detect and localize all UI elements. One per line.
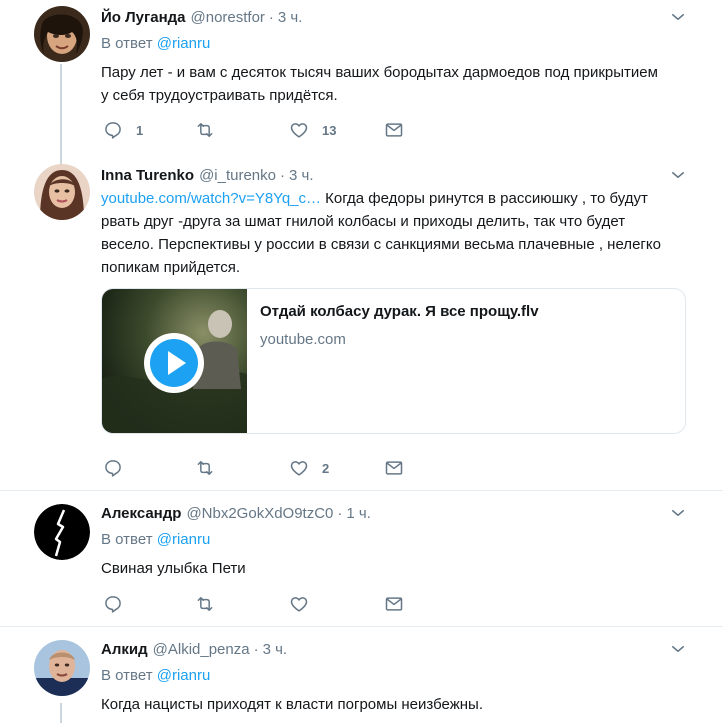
- timestamp[interactable]: 3 ч.: [289, 167, 314, 184]
- tweet-header: Алкид @Alkid_penza · 3 ч.: [101, 638, 287, 660]
- retweet-button[interactable]: [195, 458, 215, 478]
- reply-icon: [103, 594, 123, 614]
- reply-button[interactable]: 1: [103, 120, 143, 140]
- tweet-header: Йо Луганда @norestfor · 3 ч.: [101, 6, 302, 28]
- avatar[interactable]: [34, 504, 90, 560]
- separator-dot: ·: [337, 504, 343, 522]
- reply-context: В ответ @rianru: [101, 667, 210, 684]
- tweet[interactable]: Inna Turenko @i_turenko · 3 ч. youtube.c…: [0, 160, 723, 490]
- tweet-text: Свиная улыбка Пети: [101, 560, 246, 577]
- heart-icon: [289, 458, 309, 478]
- chevron-down-icon[interactable]: [669, 640, 687, 658]
- author-handle[interactable]: @norestfor: [191, 9, 265, 26]
- direct-message-button[interactable]: [384, 594, 404, 614]
- author-name[interactable]: Inna Turenko: [101, 167, 194, 184]
- author-name[interactable]: Йо Луганда: [101, 9, 186, 26]
- reply-mention-link[interactable]: @rianru: [157, 667, 211, 684]
- reply-icon: [103, 458, 123, 478]
- play-icon[interactable]: [142, 331, 206, 395]
- video-thumbnail[interactable]: [102, 289, 247, 433]
- tweet[interactable]: Алкид @Alkid_penza · 3 ч. В ответ @rianr…: [0, 637, 723, 723]
- heart-icon: [289, 594, 309, 614]
- link-preview-card[interactable]: Отдай колбасу дурак. Я все прощу.flv you…: [101, 288, 686, 434]
- envelope-icon: [384, 458, 404, 478]
- reply-icon: [103, 120, 123, 140]
- reply-mention-link[interactable]: @rianru: [157, 531, 211, 548]
- youtube-link[interactable]: youtube.com/watch?v=Y8Yq_c…: [101, 190, 321, 207]
- retweet-icon: [195, 458, 215, 478]
- author-handle[interactable]: @i_turenko: [199, 167, 276, 184]
- like-count: 13: [322, 122, 337, 138]
- tweet[interactable]: Йо Луганда @norestfor · 3 ч. В ответ @ri…: [0, 0, 723, 150]
- tweet-text: Пару лет - и вам с десяток тысяч ваших б…: [101, 64, 658, 104]
- retweet-icon: [195, 120, 215, 140]
- like-button[interactable]: 13: [289, 120, 336, 140]
- envelope-icon: [384, 120, 404, 140]
- separator-dot: ·: [253, 640, 259, 658]
- separator-dot: ·: [280, 166, 285, 184]
- reply-context: В ответ @rianru: [101, 531, 210, 548]
- direct-message-button[interactable]: [384, 458, 404, 478]
- chevron-down-icon[interactable]: [669, 8, 687, 26]
- timestamp[interactable]: 3 ч.: [263, 641, 288, 658]
- chevron-down-icon[interactable]: [669, 504, 687, 522]
- direct-message-button[interactable]: [384, 120, 404, 140]
- tweet-header: Inna Turenko @i_turenko · 3 ч.: [101, 164, 314, 186]
- card-domain: youtube.com: [260, 331, 346, 348]
- reply-button[interactable]: [103, 458, 123, 478]
- card-title[interactable]: Отдай колбасу дурак. Я все прощу.flv: [260, 303, 539, 320]
- like-count: 2: [322, 460, 330, 476]
- envelope-icon: [384, 594, 404, 614]
- tweet-header: Александр @Nbx2GokXdO9tzC0 · 1 ч.: [101, 502, 371, 524]
- tweet[interactable]: Александр @Nbx2GokXdO9tzC0 · 1 ч. В отве…: [0, 501, 723, 626]
- tweet-actions: 1 13: [103, 120, 423, 140]
- tweet-actions: [103, 594, 423, 614]
- timestamp[interactable]: 1 ч.: [346, 505, 371, 522]
- reply-prefix: В ответ: [101, 531, 153, 548]
- author-handle[interactable]: @Alkid_penza: [153, 641, 250, 658]
- avatar[interactable]: [34, 640, 90, 696]
- retweet-icon: [195, 594, 215, 614]
- reply-prefix: В ответ: [101, 667, 153, 684]
- avatar[interactable]: [34, 6, 90, 62]
- tweet-divider: [0, 626, 723, 627]
- tweet-actions: 2: [103, 458, 423, 478]
- like-button[interactable]: [289, 594, 309, 614]
- avatar[interactable]: [34, 164, 90, 220]
- reply-prefix: В ответ: [101, 35, 153, 52]
- tweet-text: youtube.com/watch?v=Y8Yq_c… Когда федоры…: [101, 187, 661, 279]
- author-name[interactable]: Алкид: [101, 641, 148, 658]
- retweet-button[interactable]: [195, 120, 215, 140]
- reply-mention-link[interactable]: @rianru: [157, 35, 211, 52]
- timestamp[interactable]: 3 ч.: [278, 9, 303, 26]
- chevron-down-icon[interactable]: [669, 166, 687, 184]
- author-handle[interactable]: @Nbx2GokXdO9tzC0: [186, 505, 333, 522]
- tweet-divider: [0, 490, 723, 491]
- retweet-button[interactable]: [195, 594, 215, 614]
- reply-context: В ответ @rianru: [101, 35, 210, 52]
- like-button[interactable]: 2: [289, 458, 329, 478]
- reply-button[interactable]: [103, 594, 123, 614]
- heart-icon: [289, 120, 309, 140]
- author-name[interactable]: Александр: [101, 505, 181, 522]
- tweet-text: Когда нацисты приходят к власти погромы …: [101, 696, 483, 713]
- reply-count: 1: [136, 122, 144, 138]
- separator-dot: ·: [268, 8, 274, 26]
